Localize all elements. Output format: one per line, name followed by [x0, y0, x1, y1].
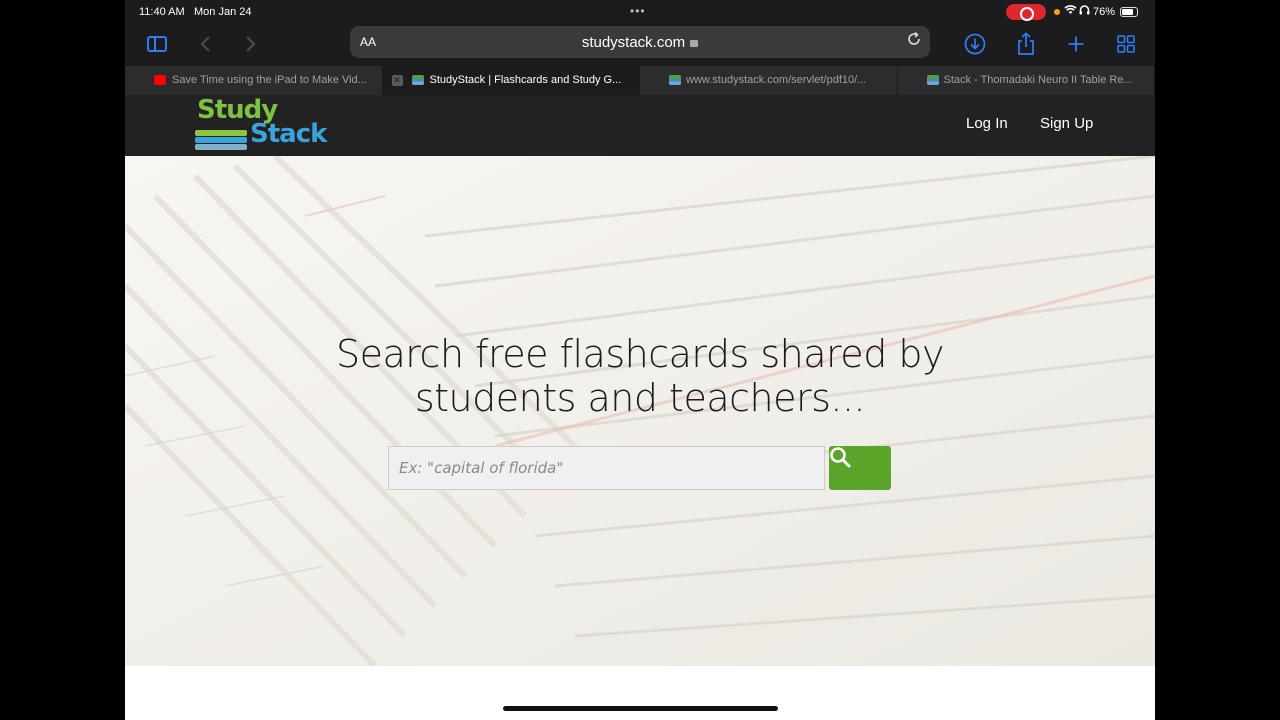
share-icon[interactable] — [1012, 30, 1040, 58]
headphones-icon — [1079, 5, 1090, 18]
tab-pdf[interactable]: www.studystack.com/servlet/pdf10/... — [640, 66, 898, 95]
studystack-favicon-icon — [926, 75, 939, 85]
wifi-icon — [1064, 4, 1077, 18]
forward-icon[interactable] — [237, 30, 265, 58]
page-content-area — [125, 666, 1155, 720]
tab-label: StudyStack | Flashcards and Study G... — [429, 74, 622, 86]
status-bar: 11:40 AM Mon Jan 24 ••• 76% — [125, 0, 1155, 24]
tab-bar: Save Time using the iPad to Make Vid... … — [125, 66, 1155, 95]
tab-overview-icon[interactable] — [1112, 30, 1140, 58]
reload-icon[interactable] — [906, 31, 922, 52]
tab-youtube[interactable]: Save Time using the iPad to Make Vid... — [125, 66, 383, 95]
logo-text-stack: Stack — [250, 119, 327, 149]
address-bar[interactable]: AA studystack.com — [350, 26, 930, 58]
safari-toolbar: AA studystack.com — [125, 24, 1155, 66]
hero-banner: Search free flashcards shared by student… — [125, 156, 1155, 666]
address-url-row: studystack.com — [350, 34, 930, 51]
signup-link[interactable]: Sign Up — [1040, 115, 1093, 132]
tab-label: Save Time using the iPad to Make Vid... — [172, 74, 367, 86]
studystack-logo[interactable]: Study Stack — [195, 95, 345, 153]
login-link[interactable]: Log In — [966, 115, 1008, 132]
ipad-screen: 11:40 AM Mon Jan 24 ••• 76% AA studystac… — [125, 0, 1155, 720]
screen-recording-icon — [1006, 4, 1046, 21]
hero-line: Search free flashcards shared by — [335, 332, 945, 376]
logo-book-icon — [195, 137, 247, 143]
logo-book-icon — [195, 144, 247, 150]
tab-label: www.studystack.com/servlet/pdf10/... — [686, 74, 867, 86]
search-icon — [830, 447, 851, 468]
site-header: Study Stack Log In Sign Up — [125, 95, 1155, 156]
downloads-icon[interactable] — [961, 30, 989, 58]
multitasking-dots-icon[interactable]: ••• — [630, 4, 646, 18]
battery-icon — [1120, 7, 1138, 17]
battery-percent: 76% — [1093, 6, 1116, 18]
search-button[interactable] — [829, 446, 891, 490]
studystack-favicon-icon — [411, 75, 424, 85]
logo-book-icon — [195, 130, 247, 136]
tab-label: Stack - Thomadaki Neuro II Table Re... — [943, 74, 1133, 86]
hero-line: students and teachers... — [414, 376, 866, 420]
hero-headline: Search free flashcards shared by student… — [125, 332, 1155, 420]
status-time: 11:40 AM — [139, 6, 185, 18]
close-tab-icon[interactable]: ✕ — [391, 75, 403, 86]
back-icon[interactable] — [191, 30, 219, 58]
home-indicator[interactable] — [503, 706, 778, 711]
youtube-icon — [154, 75, 166, 85]
search-input[interactable] — [388, 446, 825, 490]
mic-indicator-icon — [1054, 9, 1060, 15]
search-form — [388, 446, 891, 490]
status-date: Mon Jan 24 — [194, 6, 252, 18]
studystack-favicon-icon — [669, 75, 681, 85]
new-tab-icon[interactable] — [1062, 30, 1090, 58]
address-url: studystack.com — [581, 34, 686, 51]
tab-studystack[interactable]: ✕ StudyStack | Flashcards and Study G... — [382, 66, 640, 95]
lock-icon — [690, 40, 699, 47]
tab-neuro[interactable]: Stack - Thomadaki Neuro II Table Re... — [898, 66, 1155, 95]
sidebar-icon[interactable] — [143, 30, 171, 58]
